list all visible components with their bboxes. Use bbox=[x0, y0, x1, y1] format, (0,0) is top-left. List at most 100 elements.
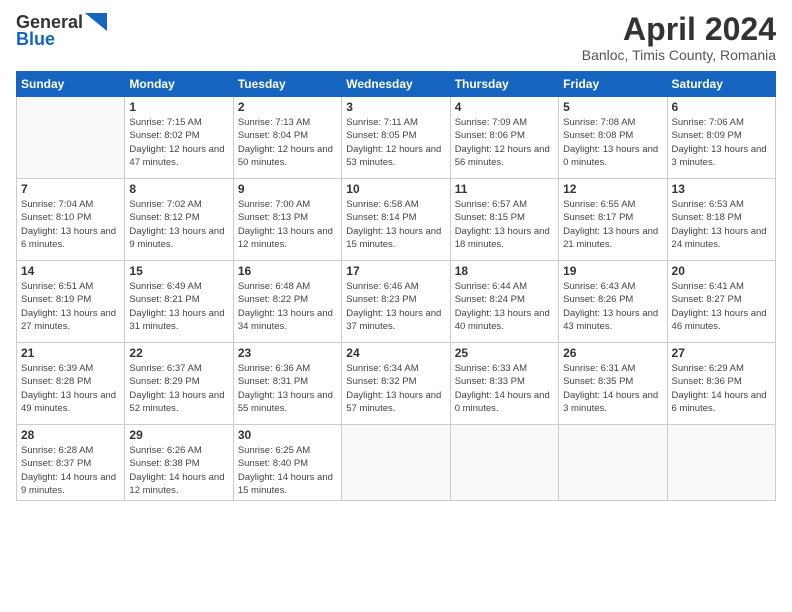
calendar-cell: 19 Sunrise: 6:43 AM Sunset: 8:26 PM Dayli… bbox=[559, 261, 667, 343]
calendar-cell: 16Sunrise: 6:48 AM Sunset: 8:22 PM Dayli… bbox=[233, 261, 341, 343]
day-number: 7 bbox=[21, 182, 120, 196]
logo-flag-icon bbox=[85, 13, 107, 31]
day-number: 19 bbox=[563, 264, 662, 278]
calendar-cell: 14Sunrise: 6:51 AM Sunset: 8:19 PM Dayli… bbox=[17, 261, 125, 343]
logo-blue-text: Blue bbox=[16, 29, 55, 50]
calendar-cell: 4 Sunrise: 7:09 AM Sunset: 8:06 PM Daylig… bbox=[450, 97, 558, 179]
day-info: Sunrise: 6:39 AM Sunset: 8:28 PM Dayligh… bbox=[21, 362, 120, 415]
calendar-cell bbox=[450, 425, 558, 501]
calendar-cell: 1 Sunrise: 7:15 AM Sunset: 8:02 PM Daylig… bbox=[125, 97, 233, 179]
day-number: 10 bbox=[346, 182, 445, 196]
calendar-cell: 7 Sunrise: 7:04 AM Sunset: 8:10 PM Daylig… bbox=[17, 179, 125, 261]
day-info: Sunrise: 7:15 AM Sunset: 8:02 PM Dayligh… bbox=[129, 116, 228, 169]
day-info: Sunrise: 6:53 AM Sunset: 8:18 PM Dayligh… bbox=[672, 198, 771, 251]
day-number: 22 bbox=[129, 346, 228, 360]
calendar: SundayMondayTuesdayWednesdayThursdayFrid… bbox=[16, 71, 776, 501]
day-number: 3 bbox=[346, 100, 445, 114]
day-info: Sunrise: 6:25 AM Sunset: 8:40 PM Dayligh… bbox=[238, 444, 337, 497]
calendar-cell: 13 Sunrise: 6:53 AM Sunset: 8:18 PM Dayli… bbox=[667, 179, 775, 261]
calendar-cell: 10 Sunrise: 6:58 AM Sunset: 8:14 PM Dayli… bbox=[342, 179, 450, 261]
weekday-header-monday: Monday bbox=[125, 72, 233, 97]
calendar-cell: 3 Sunrise: 7:11 AM Sunset: 8:05 PM Daylig… bbox=[342, 97, 450, 179]
title-block: April 2024 Banloc, Timis County, Romania bbox=[582, 12, 776, 63]
day-info: Sunrise: 6:36 AM Sunset: 8:31 PM Dayligh… bbox=[238, 362, 337, 415]
day-number: 2 bbox=[238, 100, 337, 114]
day-info: Sunrise: 6:46 AM Sunset: 8:23 PM Dayligh… bbox=[346, 280, 445, 333]
day-info: Sunrise: 6:58 AM Sunset: 8:14 PM Dayligh… bbox=[346, 198, 445, 251]
day-number: 1 bbox=[129, 100, 228, 114]
day-info: Sunrise: 7:11 AM Sunset: 8:05 PM Dayligh… bbox=[346, 116, 445, 169]
calendar-cell: 25Sunrise: 6:33 AM Sunset: 8:33 PM Dayli… bbox=[450, 343, 558, 425]
day-number: 27 bbox=[672, 346, 771, 360]
day-number: 12 bbox=[563, 182, 662, 196]
day-number: 8 bbox=[129, 182, 228, 196]
calendar-cell: 23 Sunrise: 6:36 AM Sunset: 8:31 PM Dayli… bbox=[233, 343, 341, 425]
logo: General Blue bbox=[16, 12, 107, 50]
calendar-cell: 18Sunrise: 6:44 AM Sunset: 8:24 PM Dayli… bbox=[450, 261, 558, 343]
month-title: April 2024 bbox=[582, 12, 776, 47]
day-info: Sunrise: 7:04 AM Sunset: 8:10 PM Dayligh… bbox=[21, 198, 120, 251]
day-info: Sunrise: 6:34 AM Sunset: 8:32 PM Dayligh… bbox=[346, 362, 445, 415]
day-info: Sunrise: 6:55 AM Sunset: 8:17 PM Dayligh… bbox=[563, 198, 662, 251]
calendar-week-row: 1 Sunrise: 7:15 AM Sunset: 8:02 PM Daylig… bbox=[17, 97, 776, 179]
calendar-cell: 9 Sunrise: 7:00 AM Sunset: 8:13 PM Daylig… bbox=[233, 179, 341, 261]
day-number: 26 bbox=[563, 346, 662, 360]
day-info: Sunrise: 6:57 AM Sunset: 8:15 PM Dayligh… bbox=[455, 198, 554, 251]
subtitle: Banloc, Timis County, Romania bbox=[582, 47, 776, 63]
day-info: Sunrise: 7:13 AM Sunset: 8:04 PM Dayligh… bbox=[238, 116, 337, 169]
weekday-header-tuesday: Tuesday bbox=[233, 72, 341, 97]
weekday-header-saturday: Saturday bbox=[667, 72, 775, 97]
day-number: 30 bbox=[238, 428, 337, 442]
day-info: Sunrise: 6:49 AM Sunset: 8:21 PM Dayligh… bbox=[129, 280, 228, 333]
weekday-header-friday: Friday bbox=[559, 72, 667, 97]
calendar-cell: 27 Sunrise: 6:29 AM Sunset: 8:36 PM Dayli… bbox=[667, 343, 775, 425]
day-info: Sunrise: 7:09 AM Sunset: 8:06 PM Dayligh… bbox=[455, 116, 554, 169]
day-info: Sunrise: 6:29 AM Sunset: 8:36 PM Dayligh… bbox=[672, 362, 771, 415]
day-number: 11 bbox=[455, 182, 554, 196]
calendar-cell bbox=[17, 97, 125, 179]
day-info: Sunrise: 6:26 AM Sunset: 8:38 PM Dayligh… bbox=[129, 444, 228, 497]
calendar-week-row: 28Sunrise: 6:28 AM Sunset: 8:37 PM Dayli… bbox=[17, 425, 776, 501]
header: General Blue April 2024 Banloc, Timis Co… bbox=[16, 12, 776, 63]
day-number: 4 bbox=[455, 100, 554, 114]
calendar-cell: 21 Sunrise: 6:39 AM Sunset: 8:28 PM Dayli… bbox=[17, 343, 125, 425]
calendar-cell: 8 Sunrise: 7:02 AM Sunset: 8:12 PM Daylig… bbox=[125, 179, 233, 261]
day-info: Sunrise: 6:41 AM Sunset: 8:27 PM Dayligh… bbox=[672, 280, 771, 333]
day-number: 23 bbox=[238, 346, 337, 360]
calendar-cell: 15Sunrise: 6:49 AM Sunset: 8:21 PM Dayli… bbox=[125, 261, 233, 343]
calendar-cell: 6Sunrise: 7:06 AM Sunset: 8:09 PM Daylig… bbox=[667, 97, 775, 179]
day-number: 24 bbox=[346, 346, 445, 360]
day-info: Sunrise: 6:43 AM Sunset: 8:26 PM Dayligh… bbox=[563, 280, 662, 333]
calendar-cell bbox=[667, 425, 775, 501]
day-number: 14 bbox=[21, 264, 120, 278]
day-number: 20 bbox=[672, 264, 771, 278]
calendar-cell: 22Sunrise: 6:37 AM Sunset: 8:29 PM Dayli… bbox=[125, 343, 233, 425]
calendar-week-row: 7 Sunrise: 7:04 AM Sunset: 8:10 PM Daylig… bbox=[17, 179, 776, 261]
day-number: 16 bbox=[238, 264, 337, 278]
calendar-cell: 12 Sunrise: 6:55 AM Sunset: 8:17 PM Dayli… bbox=[559, 179, 667, 261]
calendar-cell: 29Sunrise: 6:26 AM Sunset: 8:38 PM Dayli… bbox=[125, 425, 233, 501]
day-info: Sunrise: 6:28 AM Sunset: 8:37 PM Dayligh… bbox=[21, 444, 120, 497]
calendar-week-row: 14Sunrise: 6:51 AM Sunset: 8:19 PM Dayli… bbox=[17, 261, 776, 343]
day-info: Sunrise: 7:06 AM Sunset: 8:09 PM Dayligh… bbox=[672, 116, 771, 169]
weekday-header-wednesday: Wednesday bbox=[342, 72, 450, 97]
calendar-cell: 5 Sunrise: 7:08 AM Sunset: 8:08 PM Daylig… bbox=[559, 97, 667, 179]
day-number: 25 bbox=[455, 346, 554, 360]
day-number: 13 bbox=[672, 182, 771, 196]
day-info: Sunrise: 7:08 AM Sunset: 8:08 PM Dayligh… bbox=[563, 116, 662, 169]
calendar-cell bbox=[342, 425, 450, 501]
day-info: Sunrise: 7:02 AM Sunset: 8:12 PM Dayligh… bbox=[129, 198, 228, 251]
day-number: 9 bbox=[238, 182, 337, 196]
calendar-cell: 17Sunrise: 6:46 AM Sunset: 8:23 PM Dayli… bbox=[342, 261, 450, 343]
day-number: 5 bbox=[563, 100, 662, 114]
calendar-cell: 24 Sunrise: 6:34 AM Sunset: 8:32 PM Dayli… bbox=[342, 343, 450, 425]
calendar-cell: 26 Sunrise: 6:31 AM Sunset: 8:35 PM Dayli… bbox=[559, 343, 667, 425]
calendar-cell: 30 Sunrise: 6:25 AM Sunset: 8:40 PM Dayli… bbox=[233, 425, 341, 501]
calendar-cell bbox=[559, 425, 667, 501]
day-number: 21 bbox=[21, 346, 120, 360]
day-info: Sunrise: 6:31 AM Sunset: 8:35 PM Dayligh… bbox=[563, 362, 662, 415]
calendar-header-row: SundayMondayTuesdayWednesdayThursdayFrid… bbox=[17, 72, 776, 97]
calendar-cell: 20 Sunrise: 6:41 AM Sunset: 8:27 PM Dayli… bbox=[667, 261, 775, 343]
weekday-header-sunday: Sunday bbox=[17, 72, 125, 97]
day-info: Sunrise: 7:00 AM Sunset: 8:13 PM Dayligh… bbox=[238, 198, 337, 251]
